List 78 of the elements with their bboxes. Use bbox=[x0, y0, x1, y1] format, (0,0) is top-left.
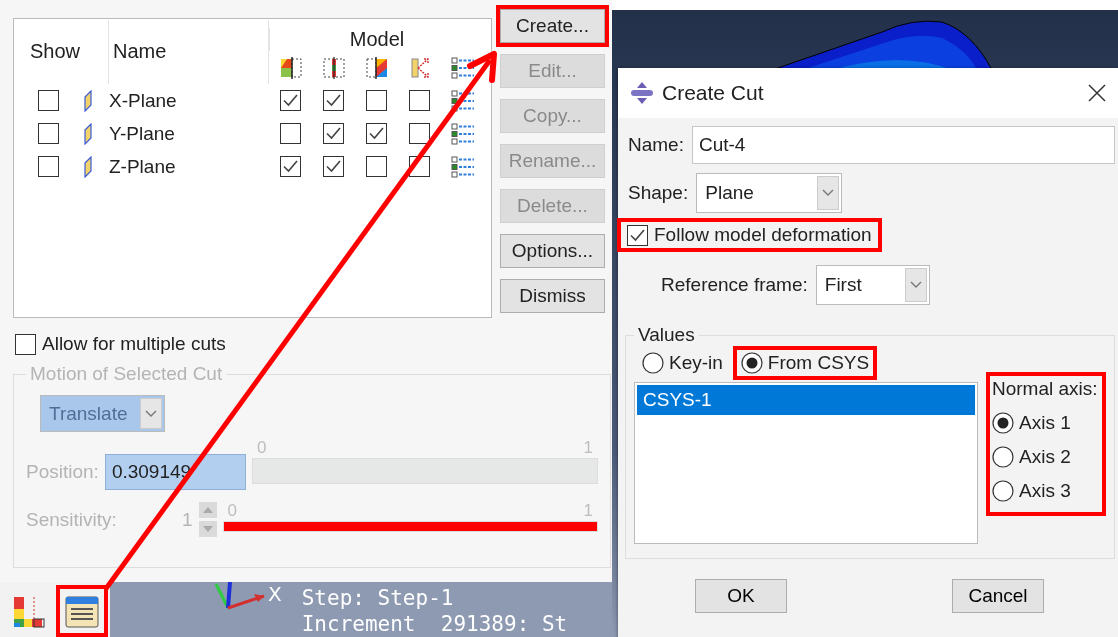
reference-frame-dropdown[interactable]: First bbox=[815, 265, 930, 305]
caret-icon bbox=[145, 409, 157, 418]
field-label: Name: bbox=[628, 134, 684, 156]
checkbox[interactable] bbox=[280, 123, 301, 144]
name-field[interactable]: Cut-4 bbox=[691, 126, 1115, 164]
manager-button[interactable]: Dismiss bbox=[500, 279, 605, 313]
checkbox-label: Follow model deformation bbox=[654, 224, 872, 246]
sensitivity-value: 1 bbox=[182, 508, 193, 531]
checkbox[interactable] bbox=[15, 333, 36, 355]
radio-label: Axis 2 bbox=[1019, 446, 1071, 468]
up-arrow-icon bbox=[202, 507, 213, 513]
cut-name[interactable]: Y-Plane bbox=[109, 122, 175, 145]
manager-button[interactable]: Options... bbox=[500, 234, 605, 268]
checkbox[interactable] bbox=[627, 224, 648, 246]
radio-button[interactable] bbox=[992, 446, 1014, 468]
checkbox[interactable] bbox=[38, 90, 59, 111]
field-label: Reference frame: bbox=[661, 274, 808, 296]
manager-button[interactable]: Create... bbox=[500, 9, 605, 43]
gradient-cut-icon[interactable] bbox=[364, 55, 389, 80]
caret-icon bbox=[909, 281, 922, 289]
list-item[interactable]: CSYS-1 bbox=[637, 385, 975, 415]
list-icon[interactable] bbox=[450, 154, 475, 179]
plane-icon bbox=[83, 89, 93, 112]
radio-label: From CSYS bbox=[767, 352, 870, 374]
plane-icon bbox=[83, 155, 93, 178]
checkbox[interactable] bbox=[323, 123, 344, 144]
field-label: Shape: bbox=[628, 182, 689, 204]
column-header: Model bbox=[269, 28, 484, 51]
slider-max-label: 1 bbox=[583, 438, 593, 458]
checkbox[interactable] bbox=[366, 90, 387, 111]
radio-label: Key-in bbox=[669, 352, 723, 374]
checkbox[interactable] bbox=[409, 123, 430, 144]
down-arrow-icon bbox=[202, 526, 213, 532]
column-header: Name bbox=[109, 19, 269, 84]
checkbox[interactable] bbox=[366, 156, 387, 177]
list-icon[interactable] bbox=[450, 88, 475, 113]
cut-name[interactable]: Z-Plane bbox=[109, 155, 176, 178]
dialog-title: Create Cut bbox=[662, 81, 765, 105]
plane-icon bbox=[83, 122, 93, 145]
list-icon[interactable] bbox=[450, 121, 475, 146]
radio-button[interactable] bbox=[992, 480, 1014, 502]
slider-max-label: 1 bbox=[583, 501, 593, 521]
slider-min-label: 0 bbox=[256, 438, 267, 458]
contour-cut-icon[interactable] bbox=[278, 55, 303, 80]
radio-label: Axis 1 bbox=[1019, 412, 1071, 434]
checkbox[interactable] bbox=[323, 90, 344, 111]
cut-name[interactable]: X-Plane bbox=[109, 89, 177, 112]
radio-button[interactable] bbox=[740, 352, 763, 374]
radio-button[interactable] bbox=[992, 412, 1014, 434]
increment-text: Increment 291389: St bbox=[301, 611, 568, 637]
cut-plane-icon bbox=[630, 81, 654, 105]
field-label: Position: bbox=[26, 461, 99, 483]
close-icon[interactable] bbox=[1088, 84, 1106, 102]
band-cut-icon[interactable] bbox=[321, 55, 346, 80]
list-icon[interactable] bbox=[450, 55, 475, 80]
dialog-button[interactable]: Cancel bbox=[952, 579, 1044, 613]
column-header: Show bbox=[26, 19, 109, 84]
axis-label: X bbox=[268, 582, 282, 606]
group-title: Motion of Selected Cut bbox=[29, 363, 224, 385]
checkbox[interactable] bbox=[323, 156, 344, 177]
field-label: Sensitivity: bbox=[26, 508, 118, 531]
dialog-button[interactable]: OK bbox=[695, 579, 787, 613]
radio-label: Axis 3 bbox=[1019, 480, 1071, 502]
caret-icon bbox=[822, 189, 835, 197]
checkbox[interactable] bbox=[366, 123, 387, 144]
group-label: Normal axis: bbox=[992, 378, 1098, 400]
step-text: Step: Step-1 bbox=[301, 585, 455, 611]
checkbox[interactable] bbox=[280, 90, 301, 111]
radio-button[interactable] bbox=[642, 352, 664, 374]
manager-window-icon[interactable] bbox=[64, 593, 100, 629]
checkbox[interactable] bbox=[280, 156, 301, 177]
checkbox[interactable] bbox=[38, 156, 59, 177]
checkbox-label: Allow for multiple cuts bbox=[42, 333, 226, 355]
group-title: Values bbox=[637, 324, 696, 346]
checkbox[interactable] bbox=[38, 123, 59, 144]
checkbox[interactable] bbox=[409, 90, 430, 111]
shape-dropdown[interactable]: Plane bbox=[696, 173, 843, 213]
slider-min-label: 0 bbox=[227, 501, 238, 521]
